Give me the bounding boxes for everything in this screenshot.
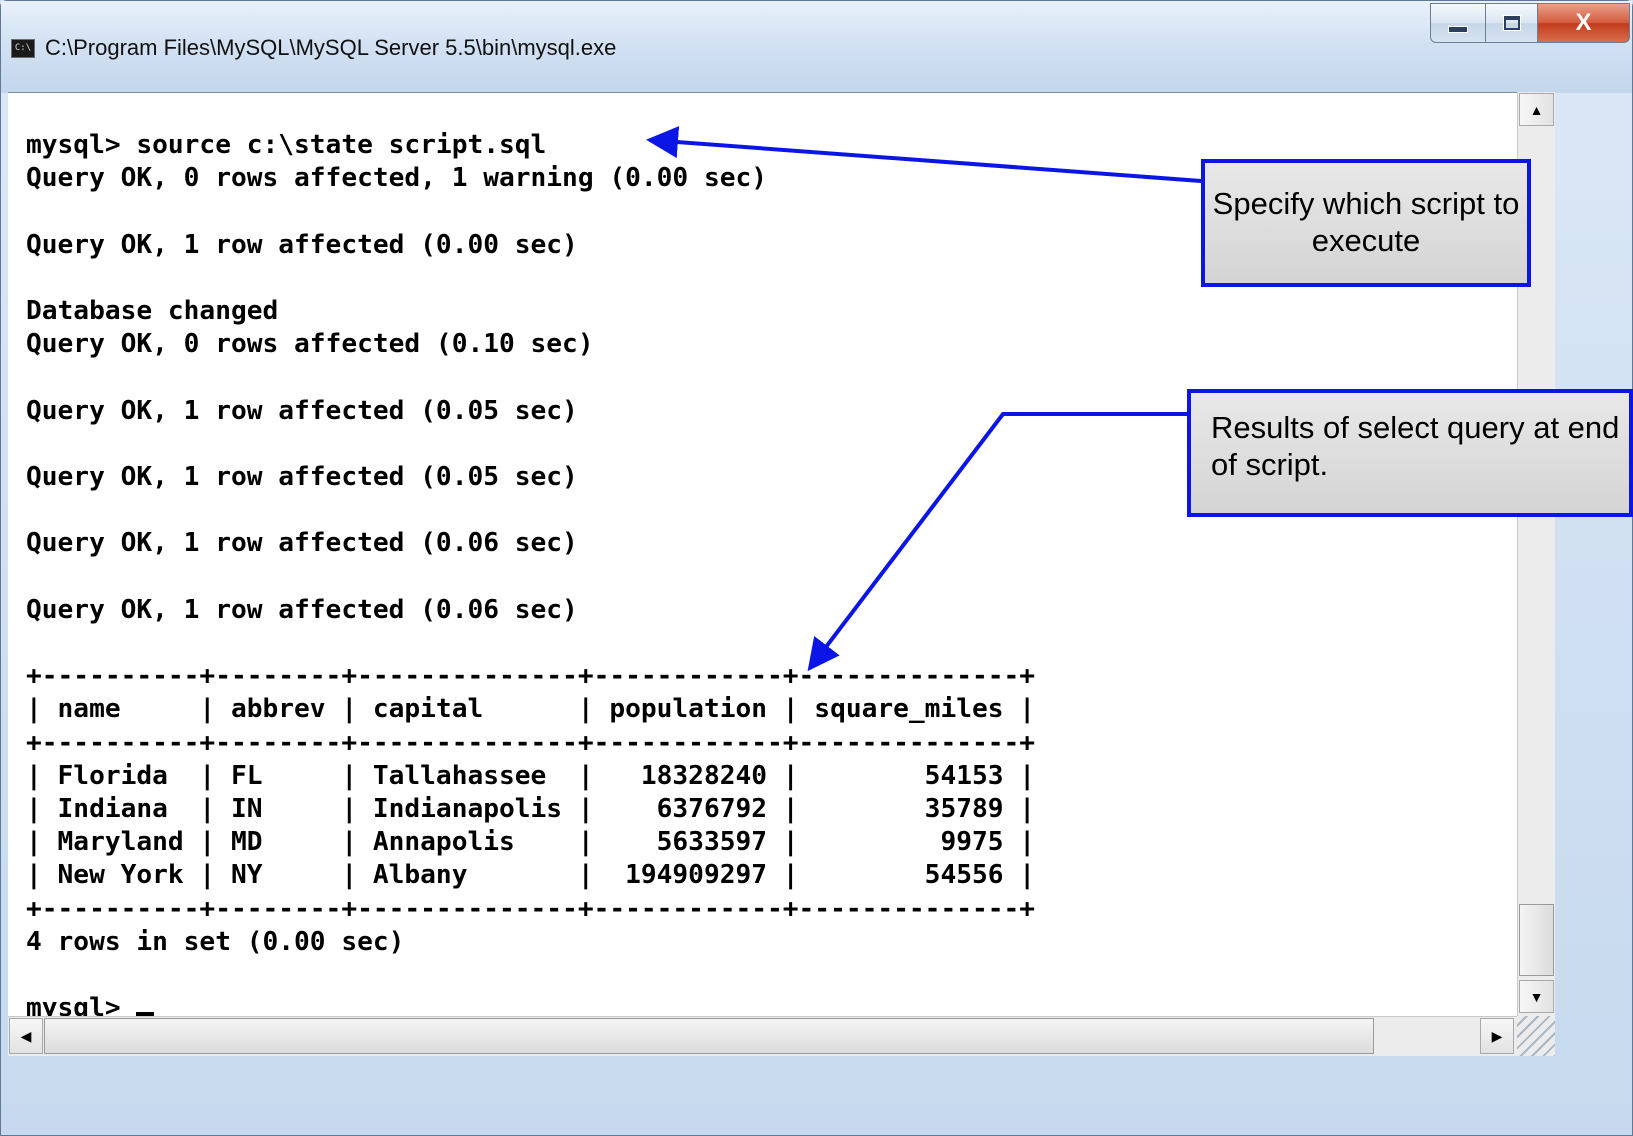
results-callout: Results of select query at end of script… — [1187, 389, 1633, 517]
console-line: Query OK, 0 rows affected (0.10 sec) — [26, 329, 594, 360]
console-line: +----------+--------+--------------+----… — [26, 893, 1036, 924]
console-prompt: mysql> — [26, 993, 137, 1017]
console-line: | name | abbrev | capital | population |… — [26, 694, 1036, 725]
console-line: Query OK, 1 row affected (0.06 sec) — [26, 528, 578, 559]
window-title: C:\Program Files\MySQL\MySQL Server 5.5\… — [45, 35, 617, 60]
up-arrow-icon: ▲ — [1529, 101, 1544, 118]
console-text: mysql> source c:\state script.sql Query … — [26, 129, 1035, 1017]
console-line: +----------+--------+--------------+----… — [26, 727, 1036, 758]
down-arrow-icon: ▼ — [1529, 988, 1544, 1005]
horizontal-scroll-thumb[interactable] — [44, 1018, 1374, 1054]
vertical-scroll-thumb[interactable] — [1519, 904, 1554, 976]
maximize-icon — [1502, 15, 1521, 31]
console-line: Database changed — [26, 296, 279, 327]
script-callout-text: Specify which script to execute — [1212, 186, 1520, 258]
console-line: mysql> source c:\state script.sql — [26, 130, 547, 160]
console-line: Query OK, 0 rows affected, 1 warning (0.… — [26, 163, 768, 194]
minimize-button[interactable] — [1430, 3, 1486, 43]
scroll-down-button[interactable]: ▼ — [1519, 980, 1554, 1013]
results-callout-text: Results of select query at end of script… — [1211, 410, 1620, 482]
console-line: +----------+--------+--------------+----… — [26, 661, 1036, 692]
console-app-icon[interactable]: C:\ — [11, 39, 35, 58]
caption-buttons: X — [1430, 3, 1630, 45]
console-line: Query OK, 1 row affected (0.00 sec) — [26, 229, 578, 260]
close-button[interactable]: X — [1538, 3, 1630, 43]
console-line: | New York | NY | Albany | 194909297 | 5… — [26, 860, 1036, 891]
console-lines: mysql> source c:\state script.sql Query … — [26, 130, 1035, 957]
scroll-right-button[interactable]: ▶ — [1480, 1018, 1514, 1054]
console-line: Query OK, 1 row affected (0.06 sec) — [26, 594, 578, 625]
resize-grip[interactable] — [1517, 1016, 1555, 1056]
script-callout: Specify which script to execute — [1201, 159, 1531, 287]
console-line: | Indiana | IN | Indianapolis | 6376792 … — [26, 794, 1036, 825]
maximize-button[interactable] — [1486, 3, 1538, 43]
left-arrow-icon: ◀ — [20, 1027, 32, 1044]
console-line: 4 rows in set (0.00 sec) — [26, 926, 405, 957]
console-line: | Maryland | MD | Annapolis | 5633597 | … — [26, 827, 1036, 858]
console-line: | Florida | FL | Tallahassee | 18328240 … — [26, 760, 1036, 791]
console-line: Query OK, 1 row affected (0.05 sec) — [26, 462, 578, 493]
minimize-icon — [1448, 25, 1468, 33]
horizontal-scrollbar[interactable]: ◀ ▶ — [8, 1016, 1517, 1056]
right-arrow-icon: ▶ — [1491, 1027, 1503, 1044]
scroll-left-button[interactable]: ◀ — [9, 1018, 43, 1054]
console-line: Query OK, 1 row affected (0.05 sec) — [26, 395, 578, 426]
close-icon: X — [1575, 9, 1592, 36]
scroll-up-button[interactable]: ▲ — [1519, 93, 1554, 126]
title-bar[interactable]: C:\ C:\Program Files\MySQL\MySQL Server … — [1, 1, 1632, 93]
